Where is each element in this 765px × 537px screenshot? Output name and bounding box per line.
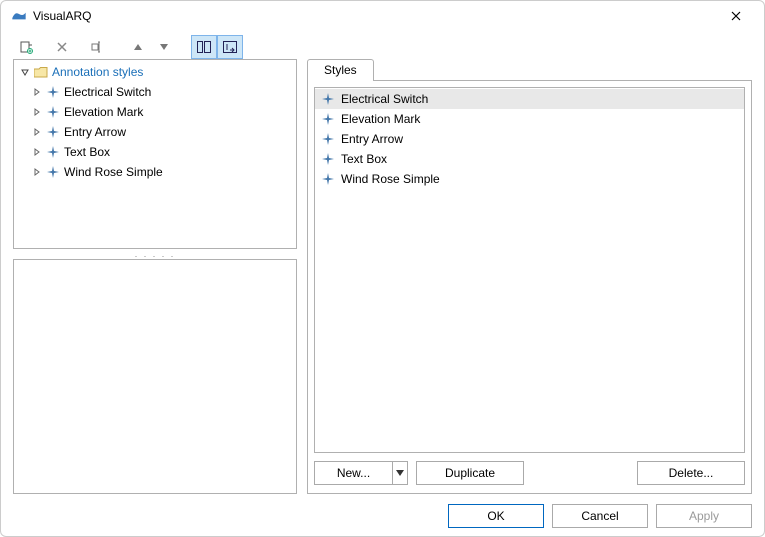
tab-label: Styles — [324, 63, 357, 77]
annotation-icon — [44, 86, 62, 98]
expand-icon[interactable] — [30, 85, 44, 99]
folder-icon — [32, 67, 50, 78]
annotation-icon — [319, 113, 337, 125]
panels-view-button[interactable] — [191, 35, 217, 59]
expand-icon[interactable] — [30, 165, 44, 179]
close-button[interactable] — [714, 2, 758, 30]
tree-root-annotation-styles[interactable]: Annotation styles — [14, 62, 296, 82]
delete-style-button[interactable]: Delete... — [637, 461, 745, 485]
preview-pane — [13, 259, 297, 494]
tree-item[interactable]: Electrical Switch — [30, 82, 296, 102]
tree-item-label: Text Box — [62, 145, 110, 159]
delete-button[interactable] — [49, 35, 75, 59]
expand-icon[interactable] — [30, 105, 44, 119]
cancel-label: Cancel — [581, 509, 618, 523]
move-up-button[interactable] — [125, 35, 151, 59]
annotation-icon — [44, 166, 62, 178]
ok-label: OK — [487, 509, 504, 523]
list-item[interactable]: Entry Arrow — [315, 129, 744, 149]
ok-button[interactable]: OK — [448, 504, 544, 528]
tree-item-label: Wind Rose Simple — [62, 165, 163, 179]
apply-label: Apply — [689, 509, 719, 523]
tree-item[interactable]: Elevation Mark — [30, 102, 296, 122]
new-button[interactable]: New... — [314, 461, 392, 485]
annotation-icon — [319, 153, 337, 165]
tree-item-label: Electrical Switch — [62, 85, 151, 99]
new-dropdown-button[interactable] — [392, 461, 408, 485]
wizard-view-button[interactable] — [217, 35, 243, 59]
tree-item[interactable]: Text Box — [30, 142, 296, 162]
list-item[interactable]: Electrical Switch — [315, 89, 744, 109]
chevron-down-icon — [396, 470, 404, 476]
annotation-icon — [319, 93, 337, 105]
list-item-label: Entry Arrow — [337, 132, 403, 146]
app-icon — [11, 10, 27, 22]
list-item-label: Text Box — [337, 152, 387, 166]
tree-item[interactable]: Entry Arrow — [30, 122, 296, 142]
delete-style-button-label: Delete... — [669, 466, 714, 480]
expand-icon[interactable] — [30, 145, 44, 159]
list-item[interactable]: Elevation Mark — [315, 109, 744, 129]
expand-icon[interactable] — [30, 125, 44, 139]
list-item[interactable]: Wind Rose Simple — [315, 169, 744, 189]
rename-button[interactable] — [85, 35, 111, 59]
window-title: VisualARQ — [33, 9, 714, 23]
splitter-handle[interactable]: . . . . . — [13, 249, 297, 259]
styles-listbox[interactable]: Electrical Switch Elevation Mark Entry A… — [314, 87, 745, 453]
tab-styles[interactable]: Styles — [307, 59, 374, 81]
duplicate-button-label: Duplicate — [445, 466, 495, 480]
style-tree[interactable]: Annotation styles Electrical Switch Elev… — [13, 59, 297, 249]
tree-item-label: Elevation Mark — [62, 105, 143, 119]
new-style-button[interactable] — [13, 35, 39, 59]
new-button-label: New... — [337, 466, 370, 480]
collapse-icon[interactable] — [18, 65, 32, 79]
annotation-icon — [319, 173, 337, 185]
annotation-icon — [44, 106, 62, 118]
duplicate-button[interactable]: Duplicate — [416, 461, 524, 485]
annotation-icon — [44, 146, 62, 158]
cancel-button[interactable]: Cancel — [552, 504, 648, 528]
list-item-label: Elevation Mark — [337, 112, 420, 126]
tree-root-label: Annotation styles — [50, 65, 143, 79]
move-down-button[interactable] — [151, 35, 177, 59]
list-item[interactable]: Text Box — [315, 149, 744, 169]
list-item-label: Wind Rose Simple — [337, 172, 440, 186]
tree-item[interactable]: Wind Rose Simple — [30, 162, 296, 182]
annotation-icon — [319, 133, 337, 145]
apply-button: Apply — [656, 504, 752, 528]
annotation-icon — [44, 126, 62, 138]
list-item-label: Electrical Switch — [337, 92, 428, 106]
tree-item-label: Entry Arrow — [62, 125, 126, 139]
